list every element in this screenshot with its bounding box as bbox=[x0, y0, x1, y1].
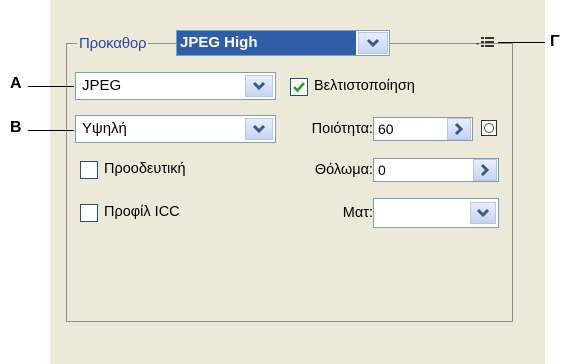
matte-select[interactable] bbox=[373, 198, 499, 228]
callout-b: B bbox=[10, 119, 22, 136]
quality-field[interactable]: 60 bbox=[373, 117, 473, 141]
quality-level-select[interactable]: Υψηλή bbox=[75, 115, 276, 143]
format-select[interactable]: JPEG bbox=[75, 72, 276, 100]
matte-label: Ματ: bbox=[342, 205, 373, 221]
quality-level-dropdown-button[interactable] bbox=[245, 118, 273, 140]
preset-select[interactable]: JPEG High bbox=[176, 30, 390, 56]
preset-dropdown-button[interactable] bbox=[358, 32, 388, 54]
optimize-checkbox[interactable] bbox=[290, 78, 308, 96]
callout-c: Γ bbox=[550, 33, 560, 50]
arrow-right-icon bbox=[454, 123, 464, 135]
blur-value: 0 bbox=[378, 162, 386, 178]
blur-field[interactable]: 0 bbox=[373, 158, 499, 182]
preset-value: JPEG High bbox=[177, 31, 356, 55]
quality-value: 60 bbox=[378, 121, 394, 137]
quality-mask-button[interactable] bbox=[481, 120, 497, 136]
chevron-down-icon bbox=[252, 81, 266, 91]
progressive-checkbox[interactable] bbox=[80, 161, 98, 179]
quality-slider-button[interactable] bbox=[447, 118, 471, 140]
chevron-down-icon bbox=[252, 124, 266, 134]
format-dropdown-button[interactable] bbox=[245, 75, 273, 97]
format-value: JPEG bbox=[82, 77, 122, 94]
callout-b-line bbox=[28, 130, 74, 131]
icc-profile-label: Προφίλ ICC bbox=[104, 204, 180, 220]
checkmark-icon bbox=[293, 82, 305, 93]
quality-level-value: Υψηλή bbox=[82, 120, 127, 137]
callout-a-line bbox=[28, 86, 74, 87]
chevron-down-icon bbox=[476, 208, 490, 218]
optimize-label: Βελτιστοποίηση bbox=[314, 78, 415, 94]
matte-dropdown-button[interactable] bbox=[470, 202, 496, 224]
blur-slider-button[interactable] bbox=[473, 159, 497, 181]
arrow-right-icon bbox=[480, 164, 490, 176]
mask-icon bbox=[484, 123, 494, 133]
progressive-label: Προοδευτική bbox=[104, 161, 186, 177]
blur-label: Θόλωμα: bbox=[314, 162, 373, 178]
preset-label: Προκαθορ bbox=[79, 34, 147, 52]
panel-menu-icon[interactable] bbox=[474, 34, 498, 50]
chevron-down-icon bbox=[366, 38, 380, 48]
callout-c-line bbox=[498, 42, 545, 43]
icc-profile-checkbox[interactable] bbox=[80, 204, 98, 222]
callout-a: A bbox=[10, 75, 22, 92]
quality-label: Ποιότητα: bbox=[311, 121, 373, 137]
preset-legend: Προκαθορ bbox=[77, 34, 149, 52]
